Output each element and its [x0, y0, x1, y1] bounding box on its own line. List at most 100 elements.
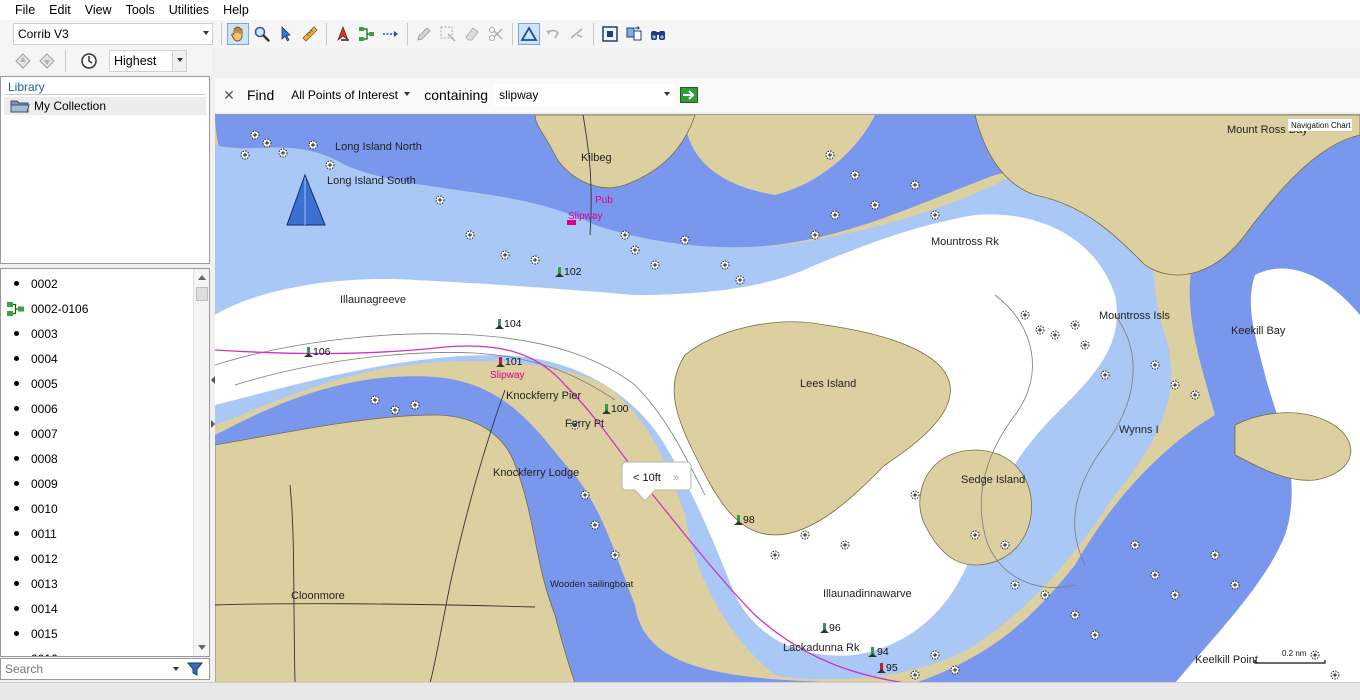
- scroll-thumb[interactable]: [196, 287, 208, 301]
- route-marker[interactable]: 96: [820, 622, 841, 634]
- route-marker[interactable]: 102: [555, 266, 582, 278]
- waypoint-list-item[interactable]: 0015: [1, 621, 193, 646]
- nautical-chart[interactable]: Long Island North Long Island South Kilb…: [215, 114, 1360, 682]
- map-product-value: Corrib V3: [18, 27, 69, 41]
- waypoint-list-item[interactable]: 0016: [1, 646, 193, 657]
- place-label[interactable]: Illaunagreeve: [340, 294, 406, 306]
- waypoint-name: 0012: [31, 551, 58, 566]
- chart-canvas[interactable]: Long Island North Long Island South Kilb…: [215, 115, 1360, 682]
- route-marker[interactable]: 106: [304, 346, 331, 358]
- binoculars-button[interactable]: [647, 23, 669, 45]
- place-label[interactable]: Kilbeg: [581, 152, 612, 164]
- redo-button[interactable]: [566, 23, 588, 45]
- waypoint-list-item[interactable]: 0009: [1, 471, 193, 496]
- waypoint-list-scrollbar[interactable]: [193, 269, 209, 656]
- waypoint-list-item[interactable]: 0008: [1, 446, 193, 471]
- zoom-button[interactable]: [251, 23, 273, 45]
- waypoint-list-item[interactable]: 0004: [1, 346, 193, 371]
- next-button[interactable]: [36, 50, 58, 72]
- new-track-button[interactable]: [380, 23, 402, 45]
- route-marker[interactable]: 104: [495, 318, 522, 330]
- menu-utilities[interactable]: Utilities: [162, 0, 216, 20]
- my-collection-item[interactable]: My Collection: [4, 97, 206, 115]
- go-arrow-icon[interactable]: [680, 87, 699, 103]
- route-marker[interactable]: 100: [602, 403, 629, 415]
- chevron-right-icon[interactable]: »: [673, 472, 679, 484]
- search-input[interactable]: [1, 662, 169, 676]
- edit-button[interactable]: [413, 23, 435, 45]
- place-label[interactable]: Illaunadinnawarve: [823, 588, 912, 600]
- pan-hand-button[interactable]: [227, 23, 249, 45]
- zoom-magnifier-icon: [254, 26, 270, 42]
- waypoint-list-item[interactable]: 0003: [1, 321, 193, 346]
- undo-button[interactable]: [542, 23, 564, 45]
- close-find-icon[interactable]: ✕: [217, 87, 241, 104]
- route-list-item[interactable]: 0002-0106: [1, 296, 193, 321]
- select-button[interactable]: [275, 23, 297, 45]
- waypoint-list-item[interactable]: 0011: [1, 521, 193, 546]
- menu-edit[interactable]: Edit: [42, 0, 78, 20]
- prev-button[interactable]: [12, 50, 34, 72]
- detail-level-select[interactable]: Highest: [109, 50, 187, 72]
- erase-button[interactable]: [461, 23, 483, 45]
- place-label[interactable]: Mountross Isls: [1099, 310, 1170, 322]
- marker-label: 102: [564, 266, 582, 278]
- place-label[interactable]: Knockferry Pier: [506, 390, 582, 402]
- triangle-tool-button[interactable]: [518, 23, 540, 45]
- menu-view[interactable]: View: [78, 0, 119, 20]
- library-title: Library: [8, 80, 45, 94]
- place-label[interactable]: Long Island North: [335, 141, 422, 153]
- route-marker[interactable]: 101: [496, 356, 523, 368]
- waypoint-list-item[interactable]: 0010: [1, 496, 193, 521]
- place-label[interactable]: Sedge Island: [961, 474, 1025, 486]
- waypoint-list-item[interactable]: 0012: [1, 546, 193, 571]
- scroll-down-icon[interactable]: [198, 645, 206, 650]
- sync-map-button[interactable]: [623, 23, 645, 45]
- menu-tools[interactable]: Tools: [119, 0, 162, 20]
- map-product-select[interactable]: Corrib V3: [13, 23, 213, 45]
- select-area-button[interactable]: [437, 23, 459, 45]
- place-label[interactable]: Mountross Rk: [931, 236, 999, 248]
- waypoint-list-item[interactable]: 0007: [1, 421, 193, 446]
- waypoint-list-item[interactable]: 0013: [1, 571, 193, 596]
- waypoint-dot-icon: [14, 456, 19, 461]
- find-bar: ✕ Find All Points of Interest containing…: [215, 78, 1360, 112]
- route-marker[interactable]: 98: [734, 514, 755, 526]
- waypoint-list-item[interactable]: 0005: [1, 371, 193, 396]
- waypoint-list-item[interactable]: 0014: [1, 596, 193, 621]
- find-label: Find: [247, 87, 275, 103]
- fit-map-button[interactable]: [599, 23, 621, 45]
- place-label[interactable]: Keekill Bay: [1231, 325, 1286, 337]
- place-label[interactable]: Lees Island: [800, 378, 856, 390]
- filter-funnel-icon[interactable]: [187, 661, 203, 677]
- menu-file[interactable]: File: [8, 0, 42, 20]
- waypoint-list-item[interactable]: 0006: [1, 396, 193, 421]
- menu-help[interactable]: Help: [216, 0, 256, 20]
- place-label[interactable]: Lackadunna Rk: [783, 642, 860, 654]
- poi-label[interactable]: Pub: [595, 195, 613, 206]
- scroll-up-icon[interactable]: [198, 275, 206, 280]
- route-marker[interactable]: 94: [868, 646, 889, 658]
- chevron-down-icon[interactable]: [173, 667, 179, 671]
- slipway-icon[interactable]: [567, 220, 576, 225]
- split-button[interactable]: [485, 23, 507, 45]
- measure-button[interactable]: [299, 23, 321, 45]
- place-label[interactable]: Long Island South: [327, 175, 416, 187]
- place-label[interactable]: Wynns I: [1119, 424, 1159, 436]
- place-label[interactable]: Ferry Pt: [565, 418, 604, 430]
- new-waypoint-button[interactable]: [332, 23, 354, 45]
- split-icon: [489, 27, 503, 41]
- poi-category-select[interactable]: All Points of Interest: [286, 84, 414, 106]
- clock-icon: [81, 53, 97, 69]
- find-query-input[interactable]: slipway: [494, 84, 675, 106]
- waypoint-dot-icon: [14, 431, 19, 436]
- time-button[interactable]: [78, 50, 100, 72]
- waypoint-list-item[interactable]: 0002: [1, 271, 193, 296]
- route-marker[interactable]: 95: [877, 662, 898, 674]
- place-label[interactable]: Cloonmore: [291, 590, 345, 602]
- poi-label[interactable]: Slipway: [490, 370, 524, 381]
- place-label[interactable]: Knockferry Lodge: [493, 467, 579, 479]
- place-label[interactable]: Keelkill Point: [1195, 654, 1258, 666]
- new-route-button[interactable]: [356, 23, 378, 45]
- place-label[interactable]: Wooden sailingboat: [550, 579, 634, 590]
